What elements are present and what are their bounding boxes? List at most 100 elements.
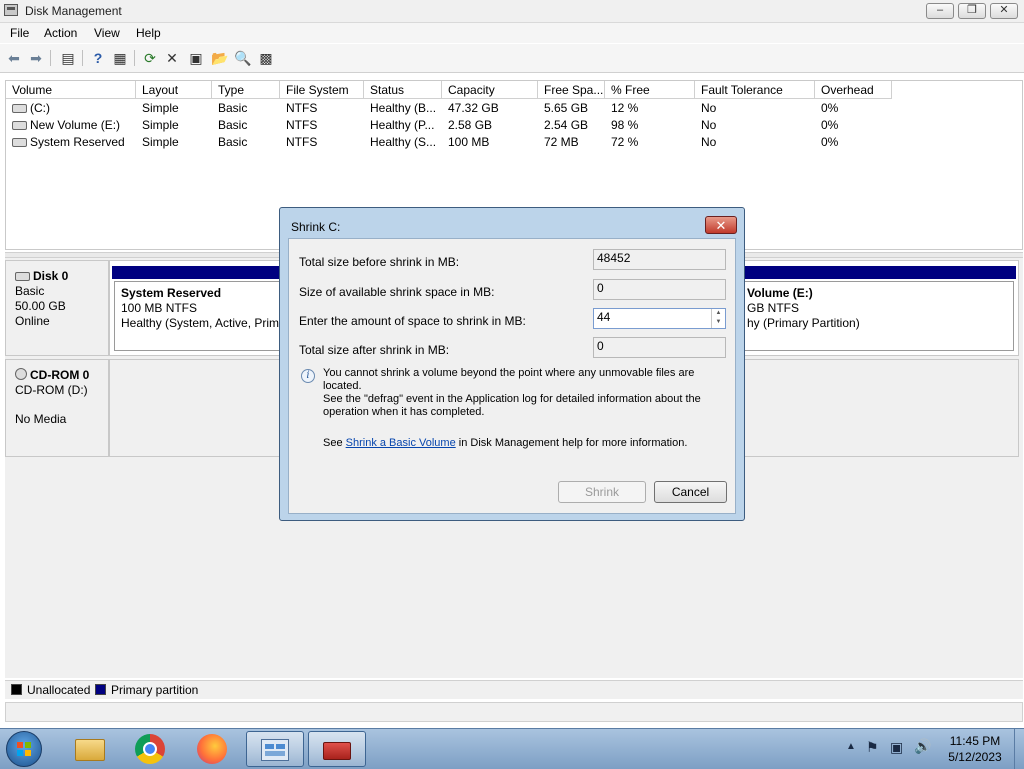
action-center-flag-icon[interactable]: ⚑ — [866, 739, 879, 756]
chrome-icon — [135, 734, 165, 764]
cell-free-space: 2.54 GB — [544, 118, 589, 132]
clock[interactable]: 11:45 PM 5/12/2023 — [940, 734, 1010, 764]
disk-0-name: Disk 0 — [33, 269, 69, 283]
console-tree-icon[interactable]: ▤ — [58, 48, 78, 68]
toolbar-separator — [50, 50, 51, 66]
status-bar — [5, 702, 1023, 722]
column-header-capacity[interactable]: Capacity — [442, 81, 538, 99]
cell-free-space: 72 MB — [544, 135, 579, 149]
file-explorer-taskbar-button[interactable] — [60, 731, 118, 767]
volume-icon[interactable]: 🔊 — [914, 738, 931, 755]
menu-action[interactable]: Action — [44, 26, 77, 40]
spinner-up-icon[interactable]: ▲ — [712, 309, 725, 318]
partition-status: Healthy (System, Active, Prima — [121, 316, 284, 330]
search-icon[interactable]: 🔍 — [233, 48, 253, 68]
cell-type: Basic — [218, 101, 248, 115]
table-row[interactable]: System Reserved Simple Basic NTFS Health… — [6, 134, 1022, 151]
cell-fault-tolerance: No — [701, 135, 717, 149]
column-header-file-system[interactable]: File System — [280, 81, 364, 99]
forward-arrow-icon[interactable]: ➡ — [26, 48, 46, 68]
info-line: operation when it has completed. — [323, 406, 485, 418]
cell-capacity: 2.58 GB — [448, 118, 493, 132]
show-hidden-icons-icon[interactable]: ▲ — [846, 741, 856, 752]
windows-logo-yellow — [25, 750, 31, 756]
cdrom-0-name: CD-ROM 0 — [30, 368, 90, 382]
spinner-down-icon[interactable]: ▼ — [712, 318, 725, 327]
taskbar: ▲ ⚑ ▣ 🔊 11:45 PM 5/12/2023 — [0, 728, 1024, 769]
cell-type: Basic — [218, 118, 248, 132]
start-orb-icon[interactable] — [6, 731, 42, 767]
disk-management-app-icon — [4, 4, 18, 16]
minimize-button[interactable]: – — [926, 3, 954, 19]
cell-status: Healthy (P... — [370, 118, 435, 132]
cell-overhead: 0% — [821, 101, 839, 115]
disk-0-size: 50.00 GB — [15, 299, 66, 313]
menu-file[interactable]: File — [10, 26, 29, 40]
windows-logo-blue — [17, 750, 23, 756]
total-after-label: Total size after shrink in MB: — [299, 343, 450, 357]
toolbox-icon — [323, 742, 351, 760]
column-header-fault-tolerance[interactable]: Fault Tolerance — [695, 81, 815, 99]
properties-page-icon[interactable]: ▣ — [186, 48, 206, 68]
cell-layout: Simple — [142, 101, 179, 115]
total-before-label: Total size before shrink in MB: — [299, 255, 460, 269]
help-icon[interactable]: ? — [88, 48, 108, 68]
close-window-button[interactable]: ✕ — [990, 3, 1018, 19]
show-desktop-button[interactable] — [1014, 729, 1024, 769]
network-icon[interactable]: ▣ — [890, 739, 903, 756]
info-message: You cannot shrink a volume beyond the po… — [323, 367, 733, 419]
settings-icon[interactable]: ▩ — [256, 48, 276, 68]
disk-0-title: Disk 0 — [15, 269, 108, 284]
delete-icon[interactable]: ✕ — [162, 48, 182, 68]
toolbar: ⬅ ➡ ▤ ? ▦ ⟳ ✕ ▣ 📂 🔍 ▩ — [0, 44, 1024, 73]
properties-icon[interactable]: ▦ — [110, 48, 130, 68]
shrink-button[interactable]: Shrink — [558, 481, 646, 503]
info-line: You cannot shrink a volume beyond the po… — [323, 367, 695, 392]
cell-layout: Simple — [142, 118, 179, 132]
cell-status: Healthy (S... — [370, 135, 437, 149]
column-header-volume[interactable]: Volume — [6, 81, 136, 99]
partition-status: hy (Primary Partition) — [747, 316, 860, 330]
table-row[interactable]: (C:) Simple Basic NTFS Healthy (B... 47.… — [6, 100, 1022, 117]
cdrom-0-label[interactable]: CD-ROM 0 CD-ROM (D:) No Media — [5, 359, 109, 457]
drive-icon — [12, 138, 27, 147]
shrink-amount-input[interactable]: 44 ▲ ▼ — [593, 308, 726, 329]
open-icon[interactable]: 📂 — [210, 48, 230, 68]
legend-unallocated: Unallocated — [27, 683, 91, 697]
partition-size: GB NTFS — [747, 301, 800, 315]
cell-file-system: NTFS — [286, 118, 318, 132]
shrink-basic-volume-link[interactable]: Shrink a Basic Volume — [346, 437, 456, 449]
window-title: Disk Management — [25, 4, 122, 18]
table-row[interactable]: New Volume (E:) Simple Basic NTFS Health… — [6, 117, 1022, 134]
cell-file-system: NTFS — [286, 135, 318, 149]
legend-primary-partition: Primary partition — [111, 683, 199, 697]
clock-time: 11:45 PM — [949, 734, 1001, 748]
column-header-percent-free[interactable]: % Free — [605, 81, 695, 99]
menu-view[interactable]: View — [94, 26, 120, 40]
cdrom-0-type: CD-ROM (D:) — [15, 383, 88, 397]
refresh-icon[interactable]: ⟳ — [140, 48, 160, 68]
partition-new-volume-e[interactable]: Volume (E:) GB NTFS hy (Primary Partitio… — [742, 281, 1014, 351]
toolbox-taskbar-button[interactable] — [308, 731, 366, 767]
cell-layout: Simple — [142, 135, 179, 149]
cancel-button[interactable]: Cancel — [654, 481, 727, 503]
back-arrow-icon[interactable]: ⬅ — [4, 48, 24, 68]
restore-button[interactable]: ❐ — [958, 3, 986, 19]
column-header-type[interactable]: Type — [212, 81, 280, 99]
column-header-free-space[interactable]: Free Spa... — [538, 81, 605, 99]
volume-name: System Reserved — [30, 135, 125, 149]
disk-0-label[interactable]: Disk 0 Basic 50.00 GB Online — [5, 260, 109, 356]
drive-icon — [12, 104, 27, 113]
chrome-taskbar-button[interactable] — [122, 731, 180, 767]
dialog-close-button[interactable]: ✕ — [705, 216, 737, 234]
cell-percent-free: 72 % — [611, 135, 639, 149]
partition-system-reserved[interactable]: System Reserved 100 MB NTFS Healthy (Sys… — [114, 281, 284, 351]
shrink-amount-spinner[interactable]: ▲ ▼ — [711, 309, 725, 328]
column-header-status[interactable]: Status — [364, 81, 442, 99]
menu-help[interactable]: Help — [136, 26, 161, 40]
column-header-layout[interactable]: Layout — [136, 81, 212, 99]
firefox-taskbar-button[interactable] — [184, 731, 242, 767]
column-header-overhead[interactable]: Overhead — [815, 81, 892, 99]
drive-icon — [12, 121, 27, 130]
computer-management-taskbar-button[interactable] — [246, 731, 304, 767]
